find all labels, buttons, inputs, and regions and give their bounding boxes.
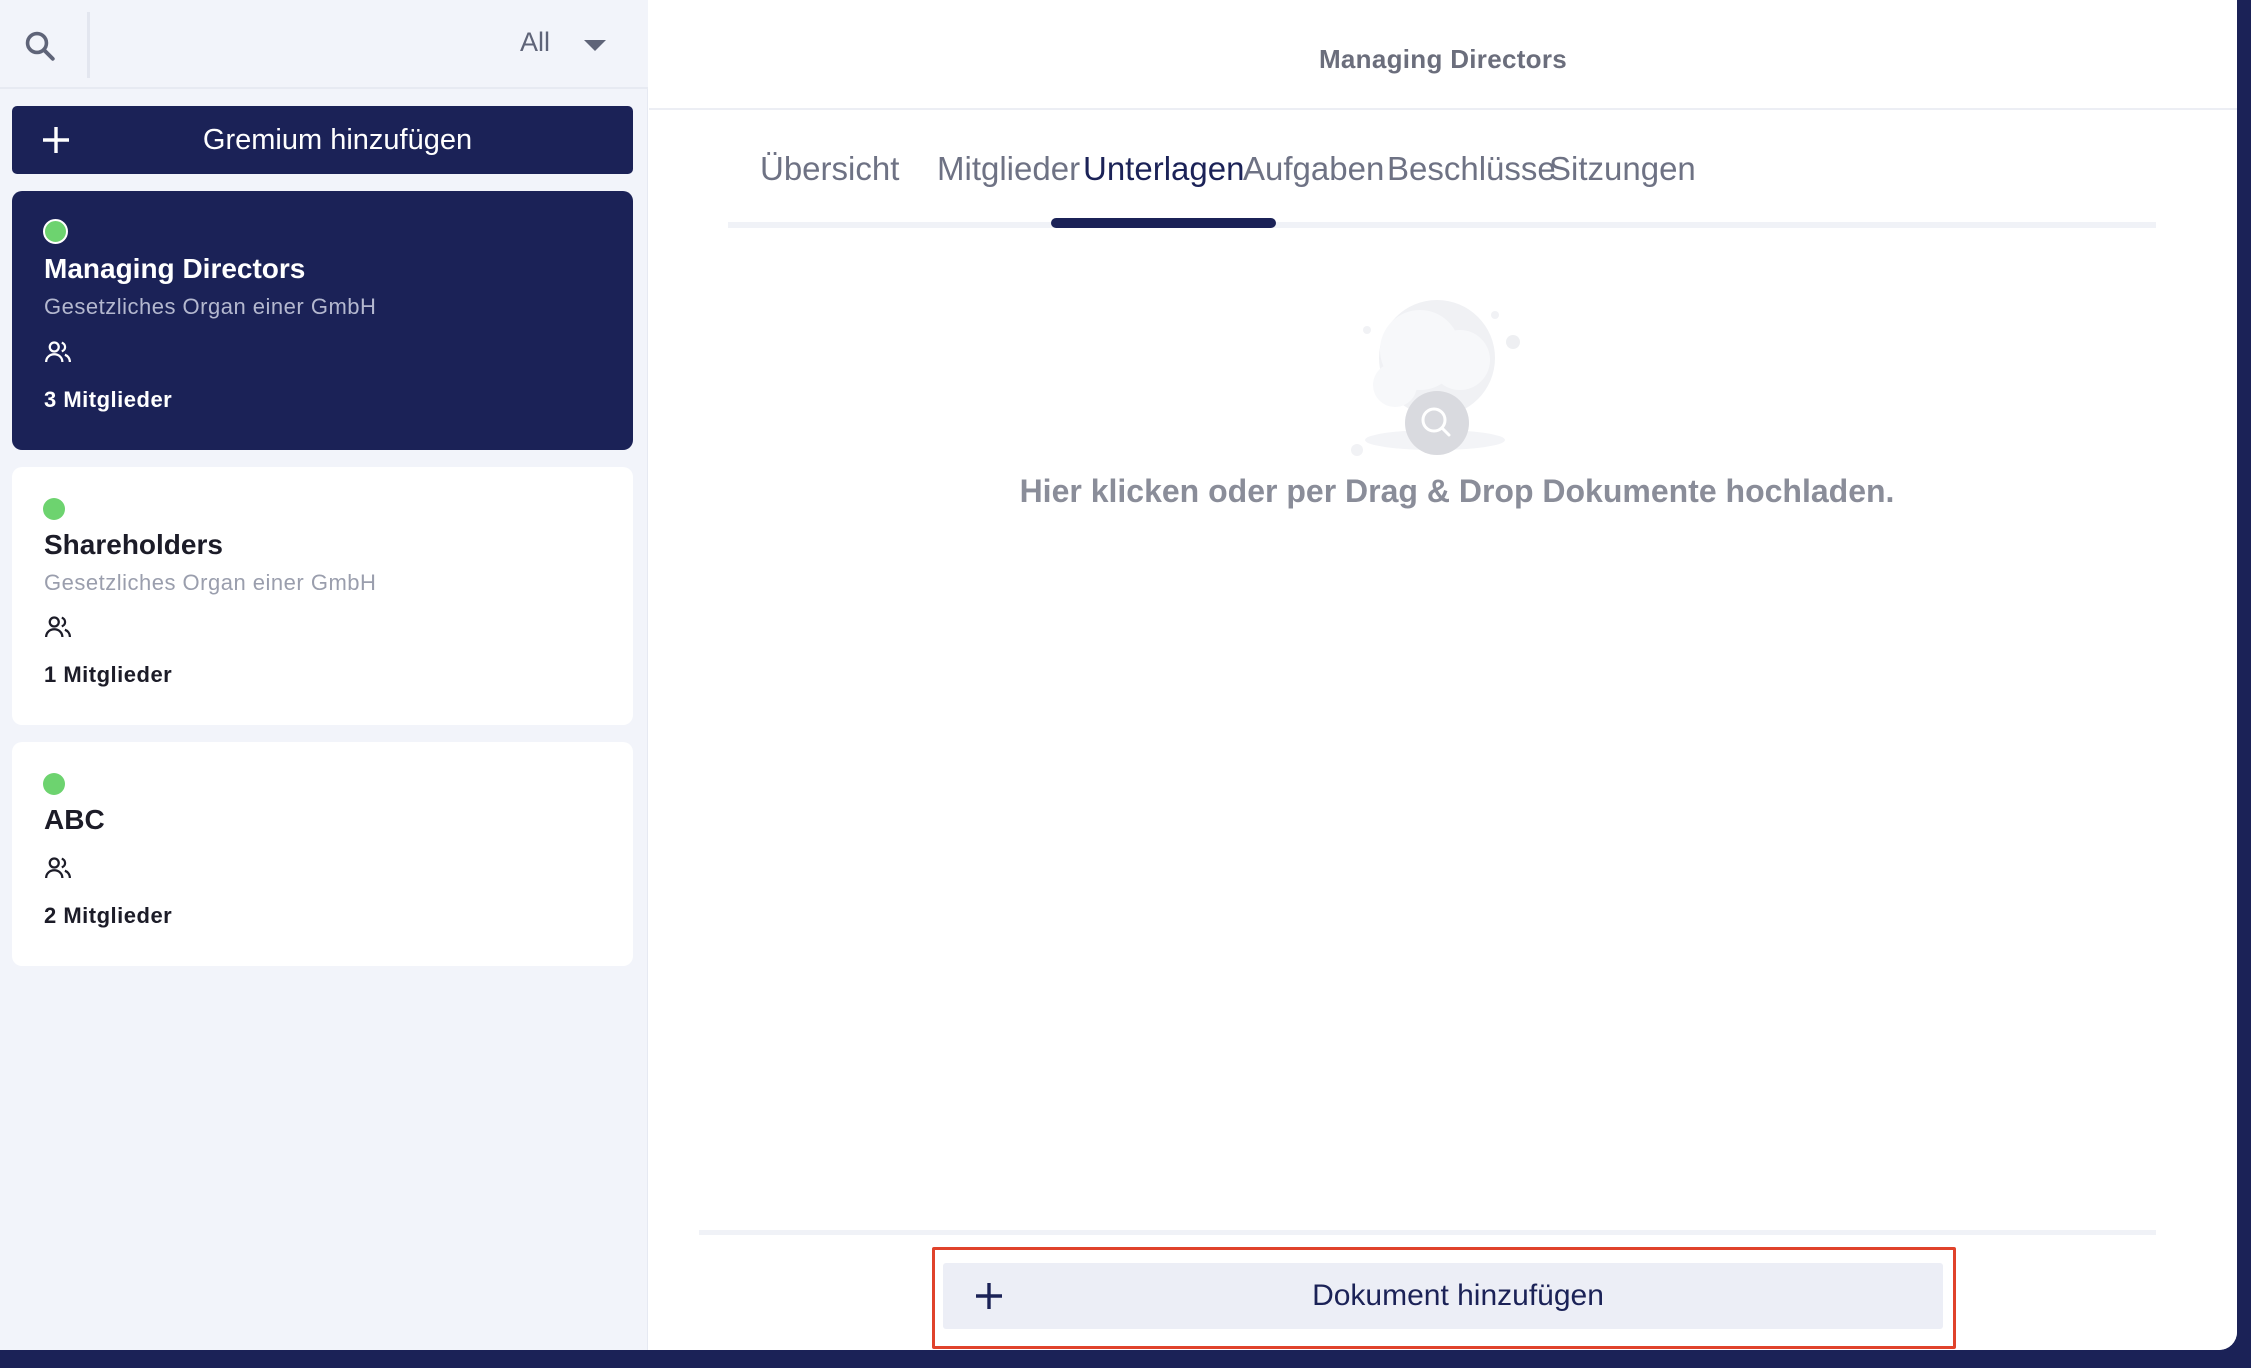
tab-overview[interactable]: Übersicht [728,150,931,222]
status-dot [43,498,65,520]
committee-name: Managing Directors [44,253,306,284]
document-dropzone[interactable]: Hier klicken oder per Drag & Drop Dokume… [649,280,2237,1240]
status-dot [43,219,68,244]
footer-divider [699,1230,2156,1235]
member-count: 2 Mitglieder [44,903,173,928]
search-icon[interactable] [22,28,58,64]
search-filter-bar: All [0,0,648,89]
members-icon [45,857,71,879]
tab-bar: Übersicht Mitglieder Unterlagen Aufgaben… [728,150,2156,228]
committee-description: Gesetzliches Organ einer GmbH [44,570,377,595]
app-window: All Gremium hinzufügen Managing Director… [0,0,2237,1350]
committee-description: Gesetzliches Organ einer GmbH [44,294,377,319]
empty-state-text: Hier klicken oder per Drag & Drop Dokume… [1019,473,1895,509]
search-divider [87,12,90,78]
tab-meetings[interactable]: Sitzungen [1517,150,1728,222]
status-dot [43,773,65,795]
add-committee-label: Gremium hinzufügen [202,124,473,156]
add-document-label: Dokument hinzufügen [1312,1279,1604,1312]
members-icon [45,616,71,638]
committee-name: ABC [44,804,105,835]
committee-name: Shareholders [44,529,223,560]
committee-card-managing-directors[interactable]: Managing Directors Gesetzliches Organ ei… [12,191,633,450]
filter-dropdown-value[interactable]: All [520,27,550,58]
member-count: 1 Mitglieder [44,662,173,687]
committee-card-shareholders[interactable]: Shareholders Gesetzliches Organ einer Gm… [12,467,633,725]
detail-header: Managing Directors [649,0,2237,110]
members-icon [45,341,71,363]
page-title: Managing Directors [1318,44,1568,74]
add-document-button[interactable]: Dokument hinzufügen [943,1263,1943,1329]
committee-card-abc[interactable]: ABC 2 Mitglieder [12,742,633,966]
member-count: 3 Mitglieder [44,387,173,412]
committee-sidebar: All Gremium hinzufügen Managing Director… [0,0,648,1350]
empty-search-illustration [1351,300,1520,456]
chevron-down-icon[interactable] [584,40,606,51]
committee-detail: Managing Directors Übersicht Mitglieder … [649,0,2237,1350]
add-committee-button[interactable]: Gremium hinzufügen [12,106,633,174]
